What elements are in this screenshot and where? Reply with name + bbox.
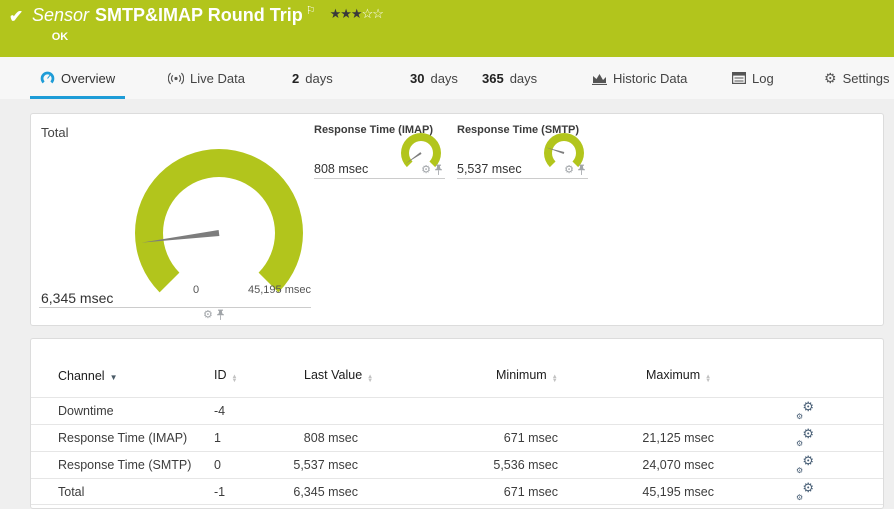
tab-historic-data[interactable]: Historic Data xyxy=(592,57,687,99)
channel-name: Total xyxy=(58,485,85,499)
sort-icon: ▲ ▼ xyxy=(231,374,238,384)
total-tile-divider xyxy=(39,307,311,308)
total-gauge-value: 6,345 msec xyxy=(41,290,114,306)
stars-filled: ★★★ xyxy=(329,6,363,21)
sort-icon: ▲ ▼ xyxy=(367,374,374,384)
pin-icon[interactable] xyxy=(577,164,586,176)
sensor-header: ✔ Sensor SMTP&IMAP Round Trip ⚐ ★★★☆☆ OK xyxy=(0,0,894,57)
imap-gauge-value: 808 msec xyxy=(314,162,369,176)
tab-bar: Overview Live Data 2 days 30 days 365 da… xyxy=(0,57,894,99)
total-gauge-tile: Total 0 45,195 msec 6,345 msec ⚙ xyxy=(31,114,341,327)
column-header-maximum[interactable]: Maximum ▲ ▼ xyxy=(646,368,712,384)
channel-gear-icon[interactable]: ⚙ xyxy=(421,165,431,176)
tab-overview-label: Overview xyxy=(61,70,116,86)
total-gauge-max-label: 45,195 msec xyxy=(248,284,311,296)
tab-live-data-label: Live Data xyxy=(190,70,245,86)
tab-365-days[interactable]: 365 days xyxy=(482,57,537,99)
channel-id: -4 xyxy=(214,404,226,418)
channel-name: Downtime xyxy=(58,404,114,418)
tab-30-days-number: 30 xyxy=(410,70,425,86)
channel-last-value: 5,537 msec xyxy=(293,458,358,472)
stars-empty: ☆☆ xyxy=(361,6,384,21)
column-header-last-value[interactable]: Last Value ▲ ▼ xyxy=(304,368,374,384)
total-gauge xyxy=(129,143,309,323)
sort-icon: ▲ ▼ xyxy=(551,374,558,384)
channel-settings-button[interactable]: ⚙ ⚙ xyxy=(796,452,818,478)
channel-settings-button[interactable]: ⚙ ⚙ xyxy=(796,398,818,424)
sensor-title-line: Sensor SMTP&IMAP Round Trip ⚐ ★★★☆☆ xyxy=(32,5,384,26)
log-list-icon xyxy=(732,72,746,84)
tab-30-days[interactable]: 30 days xyxy=(410,57,458,99)
gears-icon: ⚙ ⚙ xyxy=(796,453,814,475)
tab-2-days-number: 2 xyxy=(292,70,300,86)
tab-log-label: Log xyxy=(752,70,774,86)
imap-gauge-tile: Response Time (IMAP) 808 msec ⚙ xyxy=(314,124,445,179)
total-gauge-title: Total xyxy=(41,125,69,140)
sort-icon: ▲ ▼ xyxy=(705,374,712,384)
column-header-channel[interactable]: Channel ▼ xyxy=(58,369,118,383)
tab-log[interactable]: Log xyxy=(732,57,774,99)
tab-365-days-label: days xyxy=(509,70,538,86)
gears-icon: ⚙ ⚙ xyxy=(796,426,814,448)
tab-settings[interactable]: ⚙ Settings xyxy=(824,57,890,99)
prtg-sensor-page: ✔ Sensor SMTP&IMAP Round Trip ⚐ ★★★☆☆ OK Ov… xyxy=(0,0,894,509)
table-row-downtime: Downtime -4 ⚙ ⚙ xyxy=(31,397,883,424)
tab-30-days-label: days xyxy=(430,70,458,86)
channels-table-panel: Channel ▼ ID ▲ ▼ Last Value ▲ ▼ Minimum ▲ ▼ Max… xyxy=(30,338,884,509)
sorted-desc-icon: ▼ xyxy=(109,373,118,382)
status-ok-check-icon: ✔ xyxy=(9,7,24,26)
tab-365-days-number: 365 xyxy=(482,70,504,86)
channel-name: Response Time (SMTP) xyxy=(58,458,192,472)
pin-icon[interactable] xyxy=(216,309,225,321)
tab-historic-data-label: Historic Data xyxy=(613,70,688,86)
tab-2-days[interactable]: 2 days xyxy=(292,57,333,99)
table-row-total: Total -1 6,345 msec 671 msec 45,195 msec… xyxy=(31,478,883,505)
page-title: SMTP&IMAP Round Trip xyxy=(95,5,303,25)
smtp-gauge-value: 5,537 msec xyxy=(457,162,522,176)
sensor-kind-label: Sensor xyxy=(32,5,90,25)
channel-settings-button[interactable]: ⚙ ⚙ xyxy=(796,425,818,451)
priority-stars[interactable]: ★★★☆☆ xyxy=(329,6,384,21)
tab-settings-label: Settings xyxy=(842,70,890,86)
channel-minimum: 671 msec xyxy=(503,431,558,445)
channel-last-value: 6,345 msec xyxy=(293,485,358,499)
channel-name: Response Time (IMAP) xyxy=(58,431,188,445)
channel-maximum: 45,195 msec xyxy=(642,485,714,499)
total-tile-actions: ⚙ xyxy=(203,309,225,321)
table-header-row: Channel ▼ ID ▲ ▼ Last Value ▲ ▼ Minimum ▲ ▼ Max… xyxy=(31,339,883,397)
imap-tile-actions: ⚙ xyxy=(421,164,443,176)
column-header-id[interactable]: ID ▲ ▼ xyxy=(214,368,238,384)
channel-gear-icon[interactable]: ⚙ xyxy=(203,310,213,321)
channel-minimum: 5,536 msec xyxy=(493,458,558,472)
channel-maximum: 21,125 msec xyxy=(642,431,714,445)
status-badge: OK xyxy=(51,31,69,43)
column-header-minimum[interactable]: Minimum ▲ ▼ xyxy=(496,368,558,384)
gears-icon: ⚙ ⚙ xyxy=(796,399,814,421)
live-broadcast-icon xyxy=(168,72,184,84)
tab-live-data[interactable]: Live Data xyxy=(168,57,245,99)
tab-overview[interactable]: Overview xyxy=(29,57,126,99)
gauge-icon xyxy=(40,71,55,83)
channel-gear-icon[interactable]: ⚙ xyxy=(564,165,574,176)
area-chart-icon xyxy=(592,73,607,85)
flag-icon[interactable]: ⚐ xyxy=(306,5,316,17)
channel-settings-button[interactable]: ⚙ ⚙ xyxy=(796,479,818,505)
table-row-smtp: Response Time (SMTP) 0 5,537 msec 5,536 … xyxy=(31,451,883,478)
gears-icon: ⚙ ⚙ xyxy=(796,480,814,502)
pin-icon[interactable] xyxy=(434,164,443,176)
table-row-imap: Response Time (IMAP) 1 808 msec 671 msec… xyxy=(31,424,883,451)
overview-gauges-panel: Total 0 45,195 msec 6,345 msec ⚙ Respons… xyxy=(30,113,884,326)
smtp-gauge-tile: Response Time (SMTP) 5,537 msec ⚙ xyxy=(457,124,588,179)
smtp-tile-actions: ⚙ xyxy=(564,164,586,176)
channel-last-value: 808 msec xyxy=(303,431,358,445)
tab-2-days-label: days xyxy=(305,70,333,86)
channel-minimum: 671 msec xyxy=(503,485,558,499)
channel-maximum: 24,070 msec xyxy=(642,458,714,472)
settings-gear-icon: ⚙ xyxy=(824,70,837,86)
